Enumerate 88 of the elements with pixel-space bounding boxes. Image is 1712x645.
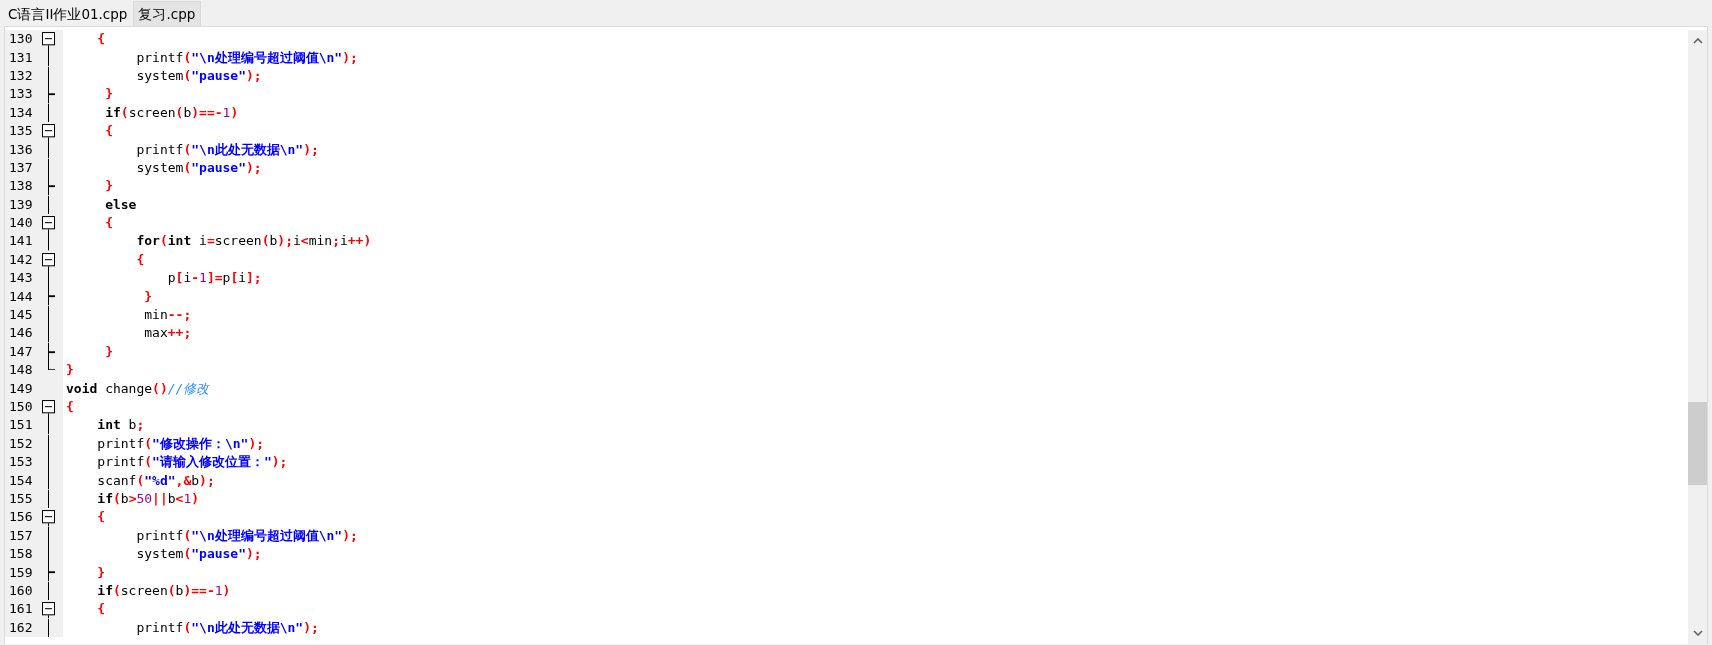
line-number: 130: [8, 30, 34, 49]
code-line: printf("\n此处无数据\n");: [135, 618, 319, 637]
line-number: 151: [8, 416, 34, 435]
code-line: if(screen(b)==-1): [96, 581, 231, 600]
line-number: 142: [8, 250, 34, 269]
line-number: 150: [8, 398, 34, 416]
scroll-up-icon[interactable]: [1692, 38, 1703, 44]
line-number: 138: [8, 177, 34, 196]
code-line: }: [104, 85, 113, 104]
fold-end-icon: [48, 287, 55, 306]
code-line: {: [135, 250, 145, 269]
code-line: }: [143, 287, 153, 306]
fold-line-icon: [48, 232, 49, 251]
line-number: 148: [8, 361, 34, 380]
code-line: printf("\n处理编号超过阈值\n");: [135, 526, 358, 545]
line-number: 140: [8, 214, 34, 233]
fold-end-icon: [48, 563, 55, 582]
line-number: 136: [8, 140, 34, 159]
code-line: printf("\n此处无数据\n");: [135, 140, 319, 159]
fold-toggle-icon[interactable]: [42, 30, 55, 49]
code-line: {: [96, 30, 106, 49]
code-line: printf("请输入修改位置：");: [96, 453, 288, 472]
line-number: 137: [8, 158, 34, 177]
fold-line-icon: [48, 195, 49, 214]
line-number: 134: [8, 103, 34, 122]
fold-toggle-icon[interactable]: [42, 508, 55, 527]
line-number: 131: [8, 48, 34, 67]
code-line: }: [104, 342, 113, 361]
code-line: system("pause");: [135, 545, 262, 564]
code-line: printf("修改操作：\n");: [96, 434, 265, 453]
code-line: {: [104, 122, 113, 141]
line-number: 149: [8, 379, 34, 398]
line-number: 144: [8, 287, 34, 306]
line-number: 155: [8, 489, 34, 508]
line-number: 143: [8, 269, 34, 288]
fold-line-icon: [48, 581, 49, 601]
scrollbar-thumb[interactable]: [1688, 402, 1707, 485]
scroll-down-icon[interactable]: [1692, 630, 1703, 636]
code-line: system("pause");: [135, 158, 262, 177]
code-line: {: [104, 214, 113, 233]
line-number: 162: [8, 618, 34, 637]
fold-end-icon: [48, 177, 55, 196]
line-number: 135: [8, 122, 34, 141]
code-line: {: [96, 508, 106, 527]
fold-toggle-icon[interactable]: [42, 213, 55, 233]
scrollbar[interactable]: [1688, 30, 1707, 644]
code-line: }: [96, 563, 106, 582]
file-tab[interactable]: 复习.cpp: [133, 1, 202, 26]
line-number: 145: [8, 306, 34, 325]
fold-end-icon: [48, 85, 55, 104]
code-line: max++;: [143, 324, 192, 343]
line-number: 133: [8, 85, 34, 104]
line-number: 161: [8, 600, 34, 619]
fold-toggle-icon[interactable]: [42, 397, 55, 417]
line-number: 160: [8, 581, 34, 600]
line-number: 158: [8, 545, 34, 564]
line-number: 153: [8, 453, 34, 472]
line-number: 139: [8, 195, 34, 214]
line-number: 132: [8, 66, 34, 85]
code-line: }: [66, 361, 74, 380]
line-number: 152: [8, 434, 34, 453]
code-line: scanf("%d",&b);: [96, 471, 215, 490]
fold-line-icon: [48, 269, 49, 288]
fold-toggle-icon[interactable]: [42, 600, 55, 619]
fold-toggle-icon[interactable]: [42, 250, 55, 270]
code-line: p[i-1]=p[i];: [166, 269, 262, 288]
line-number: 141: [8, 232, 34, 251]
code-line: system("pause");: [135, 66, 262, 85]
line-number: 154: [8, 471, 34, 490]
code-line: for(int i=screen(b);i<min;i++): [135, 232, 372, 251]
fold-toggle-icon[interactable]: [42, 121, 55, 141]
code-line: {: [66, 398, 74, 416]
code-line: printf("\n处理编号超过阈值\n");: [135, 48, 358, 67]
code-line: void change()//修改: [66, 379, 210, 398]
code-line: if(screen(b)==-1): [104, 103, 239, 122]
code-line: int b;: [96, 416, 145, 435]
fold-line-icon: [48, 618, 49, 637]
fold-line-icon: [48, 103, 49, 122]
code-line: if(b>50||b<1): [96, 489, 200, 508]
code-line: }: [104, 177, 113, 196]
line-number: 147: [8, 342, 34, 361]
code-line: min--;: [143, 306, 192, 325]
line-number: 146: [8, 324, 34, 343]
code-line: else: [104, 195, 137, 214]
line-number: 159: [8, 563, 34, 582]
line-number: 156: [8, 508, 34, 527]
line-number: 157: [8, 526, 34, 545]
code-line: {: [96, 600, 106, 619]
